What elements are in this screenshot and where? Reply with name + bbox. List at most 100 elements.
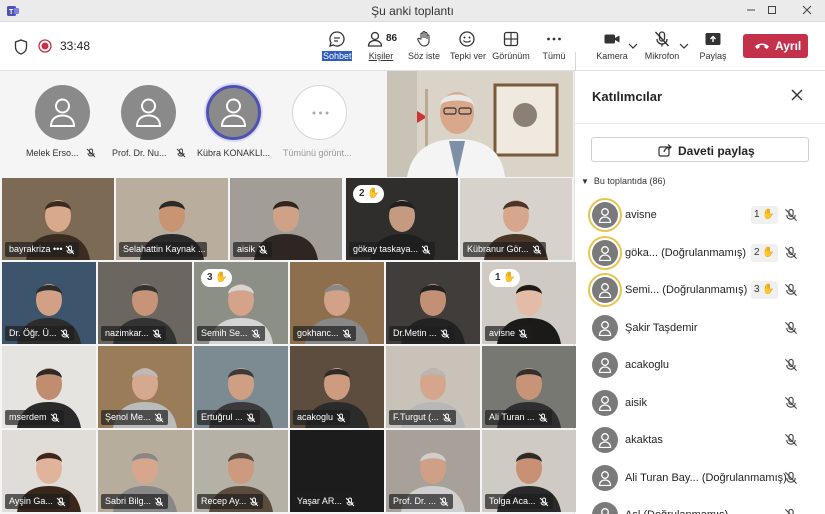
camera-label: Kamera [596, 51, 628, 61]
video-tile[interactable]: Ayşin Ga... [2, 430, 96, 512]
video-tile[interactable]: mserdem [2, 346, 96, 428]
maximize-button[interactable] [761, 2, 783, 20]
participant-row[interactable]: akaktas [575, 422, 825, 459]
video-tile[interactable]: gokhanc... [290, 262, 384, 344]
presenter-video[interactable] [387, 71, 573, 177]
chevron-down-icon[interactable] [679, 42, 689, 50]
video-tile[interactable]: bayrakriza ••• [2, 178, 114, 260]
video-tile[interactable]: acakoglu [290, 346, 384, 428]
video-tile-label: mserdem [5, 410, 64, 425]
mic-off-icon [66, 245, 75, 254]
mic-button[interactable]: Mikrofon [643, 30, 681, 68]
video-tile[interactable]: Dr. Öğr. Ü... [2, 262, 96, 344]
mic-off-icon [154, 497, 164, 506]
video-tile-label: Kübranur Gör... [463, 242, 546, 257]
person-icon [601, 508, 609, 514]
more-label: Tümü [542, 51, 566, 61]
mic-off-icon [785, 283, 797, 296]
mic-off-icon [538, 413, 547, 422]
video-tile[interactable]: F.Turgut (... [386, 346, 480, 428]
more-button[interactable]: Tümü [540, 30, 568, 68]
video-tile[interactable]: Kübranur Gör... [460, 178, 572, 260]
avatar [206, 85, 261, 140]
video-tile-label: gökay taskaya... [349, 242, 436, 257]
leave-button[interactable]: Ayrıl [743, 34, 808, 58]
video-tile[interactable]: 3 ✋ Semih Se... [194, 262, 288, 344]
video-tile[interactable]: Prof. Dr. ... [386, 430, 480, 512]
minimize-button[interactable] [740, 2, 762, 20]
video-tile-label: Şenol Me... [101, 410, 168, 425]
mic-off-icon [785, 321, 797, 334]
teams-meeting-window: T Şu anki toplantı 33:48 Sohbet 86 Kişil… [0, 0, 825, 514]
share-tray-button[interactable]: Paylaş [697, 30, 729, 68]
participant-row[interactable]: aisik [575, 385, 825, 422]
mic-off-icon [249, 497, 259, 506]
view-label: Görünüm [492, 51, 530, 61]
video-tile[interactable]: 1 ✋ avisne [482, 262, 576, 344]
chat-icon [329, 31, 345, 47]
view-button[interactable]: Görünüm [492, 30, 530, 68]
participant-name: Ali Turan Bay... (Doğrulanmamış) [625, 471, 787, 484]
raise-hand-icon: ✋ [367, 188, 380, 199]
chevron-down-icon[interactable] [628, 42, 638, 50]
participant-row[interactable]: avisne 1 ✋ [575, 197, 825, 234]
in-meeting-section-header[interactable]: ▼ Bu toplantıda (86) [581, 176, 665, 186]
share-invite-label: Daveti paylaş [678, 144, 755, 158]
chat-button[interactable]: Sohbet [322, 30, 352, 68]
video-tile[interactable]: nazimkar... [98, 262, 192, 344]
video-tile[interactable]: Dr.Metin ... [386, 262, 480, 344]
mic-off-icon [539, 497, 548, 506]
mic-off-icon [50, 413, 59, 422]
video-tile[interactable]: Selahattin Kaynak ... [116, 178, 228, 260]
participant-row[interactable]: Ali Turan Bay... (Doğrulanmamış) [575, 460, 825, 497]
raise-hand-icon: ✋ [762, 246, 775, 258]
raised-hand-badge: 2 ✋ [751, 243, 778, 262]
video-tile-label: Dr. Öğr. Ü... [5, 326, 74, 341]
participant-row[interactable]: Semi... (Doğrulanmamış) 3 ✋ [575, 272, 825, 309]
participant-avatar-tile-speaking[interactable]: Kübra KONAKLI... [193, 85, 273, 165]
participant-row[interactable]: Şakir Taşdemir [575, 310, 825, 347]
person-icon [220, 98, 247, 127]
mic-off-icon [442, 413, 452, 422]
mic-off-icon [654, 31, 670, 47]
participant-row[interactable]: acakoglu [575, 347, 825, 384]
react-icon [459, 31, 475, 47]
react-label: Tepki ver [450, 51, 487, 61]
video-tile[interactable]: Şenol Me... [98, 346, 192, 428]
raised-hand-badge: 3 ✋ [751, 281, 778, 299]
avatar [592, 427, 618, 453]
participant-avatar-tile[interactable]: Prof. Dr. Nu... [108, 85, 188, 165]
raise-hand-button[interactable]: Söz iste [408, 30, 440, 68]
participant-row[interactable]: göka... (Doğrulanmamış) 2 ✋ [575, 235, 825, 272]
view-all-button[interactable]: Tümünü görünt... [279, 85, 359, 165]
mic-off-icon [785, 433, 797, 446]
react-button[interactable]: Tepki ver [450, 30, 487, 68]
avatar [592, 277, 618, 303]
people-button[interactable]: 86 Kişiler [364, 30, 398, 68]
more-icon[interactable]: ••• [53, 244, 62, 254]
close-window-button[interactable] [796, 2, 818, 20]
close-icon[interactable] [789, 87, 805, 103]
video-tile[interactable]: Ali Turan ... [482, 346, 576, 428]
meeting-toolbar: 33:48 Sohbet 86 Kişiler Söz iste Tepki v… [0, 22, 825, 84]
person-icon [598, 283, 612, 298]
minimize-icon [747, 9, 755, 11]
video-tile[interactable]: Yaşar AR... [290, 430, 384, 512]
title-bar: T Şu anki toplantı [0, 0, 825, 22]
video-tile-label: Prof. Dr. ... [389, 494, 454, 509]
share-invite-button[interactable]: Daveti paylaş [591, 137, 809, 162]
participant-avatar-tile[interactable]: Melek Erso... [22, 85, 102, 165]
video-tile[interactable]: Ertuğrul ... [194, 346, 288, 428]
video-tile[interactable]: 2 ✋ gökay taskaya... [346, 178, 458, 260]
mic-off-icon [785, 396, 797, 409]
person-icon [598, 208, 612, 223]
participant-row[interactable]: Asl (Doğrulanmamış) [575, 497, 825, 514]
video-tile[interactable]: Sabri Bilg... [98, 430, 192, 512]
video-tile[interactable]: aisik [230, 178, 342, 260]
shield-icon[interactable] [14, 39, 28, 55]
mic-off-icon [246, 413, 255, 422]
camera-button[interactable]: Kamera [595, 30, 629, 68]
raise-hand-icon: ✋ [762, 209, 775, 220]
video-tile[interactable]: Tolga Aca... [482, 430, 576, 512]
video-tile[interactable]: Recep Ay... [194, 430, 288, 512]
